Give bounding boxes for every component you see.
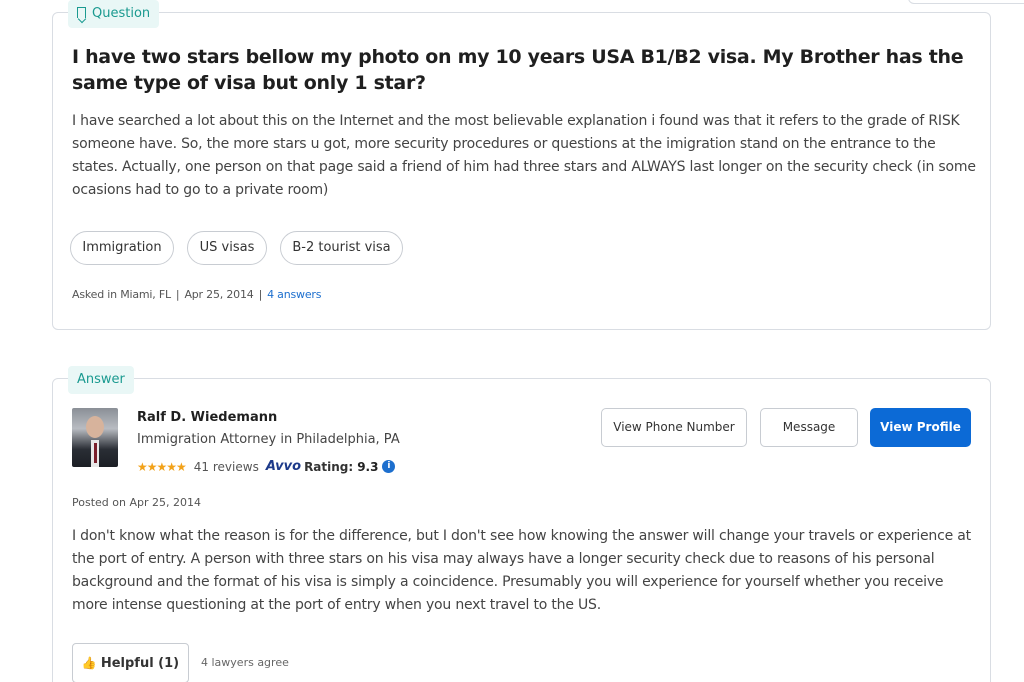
rating-value: 9.3	[357, 459, 379, 474]
bookmark-icon	[77, 7, 86, 18]
answer-body: I don't know what the reason is for the …	[72, 528, 971, 613]
top-card-fragment	[908, 0, 1024, 4]
avvo-logo: Avvo	[265, 459, 302, 474]
star-icon: ★★★★★	[137, 459, 187, 474]
thumbs-up-icon: 👍	[81, 656, 97, 670]
answers-link[interactable]: 4 answers	[267, 288, 321, 301]
lawyer-name[interactable]: Ralf D. Wiedemann	[137, 410, 277, 425]
asked-location: Asked in Miami, FL	[72, 288, 171, 301]
info-icon[interactable]: i	[382, 460, 396, 473]
rating-label: Rating:	[304, 459, 354, 474]
view-profile-button[interactable]: View Profile	[870, 408, 971, 447]
rating-row: ★★★★★ 41 reviews Avvo Rating: 9.3 i	[137, 459, 396, 474]
helpful-button[interactable]: 👍 Helpful (1)	[72, 643, 189, 682]
question-body: I have searched a lot about this on the …	[72, 113, 976, 198]
reviews-count[interactable]: 41 reviews	[194, 460, 259, 474]
tag-immigration[interactable]: Immigration	[70, 231, 174, 265]
question-title: I have two stars bellow my photo on my 1…	[72, 46, 964, 94]
answer-badge: Answer	[68, 366, 134, 394]
message-button[interactable]: Message	[760, 408, 858, 447]
posted-date: Posted on Apr 25, 2014	[72, 496, 201, 509]
helpful-label: Helpful (1)	[100, 656, 180, 671]
question-badge-label: Question	[92, 6, 151, 21]
asked-date: Apr 25, 2014	[184, 288, 254, 301]
question-meta: Asked in Miami, FL | Apr 25, 2014 | 4 answer…	[72, 288, 322, 301]
view-phone-button[interactable]: View Phone Number	[601, 408, 747, 447]
question-badge: Question	[68, 0, 160, 28]
lawyer-title: Immigration Attorney in Philadelphia, PA	[137, 432, 400, 447]
lawyers-agree: 4 lawyers agree	[201, 656, 289, 669]
tag-b2-tourist-visa[interactable]: B-2 tourist visa	[280, 231, 403, 265]
tag-us-visas[interactable]: US visas	[187, 231, 267, 265]
avatar[interactable]	[72, 408, 118, 467]
